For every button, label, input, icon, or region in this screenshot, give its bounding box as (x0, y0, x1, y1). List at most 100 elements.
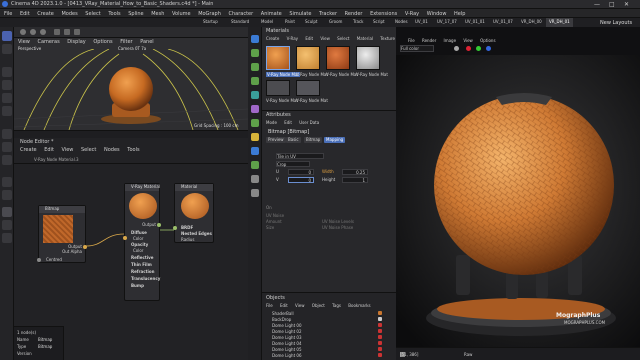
rv-menu-view[interactable]: View (463, 38, 473, 43)
array-icon[interactable] (251, 77, 259, 85)
mograph-icon[interactable] (251, 91, 259, 99)
input-port-icon[interactable] (37, 258, 41, 262)
maximize-button[interactable]: □ (609, 1, 615, 8)
layout-tab[interactable]: Standard (228, 18, 252, 27)
layout-tab[interactable]: Groom (326, 18, 345, 27)
rv-menu-file[interactable]: File (408, 38, 415, 43)
vray-frame-buffer[interactable]: File Render Image View Options Full colo… (396, 27, 640, 360)
height-field[interactable]: 1 (342, 177, 368, 183)
material-swatch[interactable] (296, 46, 320, 70)
scale-tool-icon[interactable] (2, 93, 12, 103)
effector-icon[interactable] (251, 161, 259, 169)
menu-vray[interactable]: V-Ray (405, 11, 419, 17)
attr-menu-mode[interactable]: Mode (266, 120, 277, 125)
input-port-icon[interactable] (123, 236, 127, 240)
rv-menu-image[interactable]: Image (444, 38, 457, 43)
vray-material-node[interactable]: V-Ray Material Output Diffuse Color Opac… (123, 183, 161, 301)
material-swatch[interactable] (356, 46, 380, 70)
channel-dropdown[interactable]: Full color (400, 45, 434, 52)
menu-help[interactable]: Help (454, 11, 465, 17)
disabled-icon[interactable] (378, 329, 382, 333)
disabled-icon[interactable] (378, 347, 382, 351)
new-layouts-button[interactable]: New Layouts (600, 20, 632, 26)
menu-edit[interactable]: Edit (20, 11, 30, 17)
render-blue-icon[interactable] (486, 46, 491, 51)
menu-volume[interactable]: Volume (172, 11, 191, 17)
input-port-icon[interactable] (173, 226, 177, 230)
node-tool-icon[interactable] (2, 220, 12, 230)
menu-render[interactable]: Render (345, 11, 363, 17)
render-green-icon[interactable] (476, 46, 481, 51)
disabled-icon[interactable] (378, 335, 382, 339)
tile-uv-dropdown[interactable]: Tile in UV (276, 153, 324, 159)
viewport-menu-display[interactable]: Display (67, 39, 85, 45)
bitmap-node[interactable]: Bitmap Output Out Alpha Centred (37, 205, 87, 263)
spline-icon[interactable] (251, 49, 259, 57)
attr-tab-mapping[interactable]: Mapping (324, 137, 346, 143)
material-tag-icon[interactable] (378, 311, 382, 315)
obj-menu-edit[interactable]: Edit (280, 303, 288, 308)
width-field[interactable]: 0.25 (342, 169, 368, 175)
polygon-mode-icon[interactable] (2, 129, 12, 139)
layout-tab[interactable]: UV_01_07 (490, 18, 516, 27)
menu-mograph[interactable]: MoGraph (198, 11, 221, 17)
camera-icon[interactable] (30, 29, 36, 35)
u-offset-field[interactable]: 0 (288, 169, 314, 175)
material-node[interactable]: Material BRDF Nested Edges Radius (173, 183, 214, 243)
material-tag-icon[interactable] (378, 317, 382, 321)
layout-tab[interactable]: Track (350, 18, 366, 27)
crop-dropdown[interactable]: Crop (276, 161, 310, 167)
select-tool-icon[interactable] (2, 31, 12, 41)
menu-extensions[interactable]: Extensions (370, 11, 397, 17)
viewport-menu-panel[interactable]: Panel (140, 39, 154, 45)
layout-tab[interactable]: VR_DH_00 (518, 18, 545, 27)
raw-mode-label[interactable]: Raw (464, 352, 472, 357)
point-mode-icon[interactable] (2, 155, 12, 165)
viewport-menu-filter[interactable]: Filter (120, 39, 132, 45)
minimize-button[interactable]: — (594, 1, 600, 8)
mat-menu-vray[interactable]: V-Ray (287, 36, 298, 41)
layout-tab-active[interactable]: VR_DH_01 (546, 18, 573, 27)
menu-mesh[interactable]: Mesh (151, 11, 164, 17)
close-button[interactable]: ✕ (624, 1, 629, 8)
workplane-icon[interactable] (2, 190, 12, 200)
workplane-icon[interactable] (74, 29, 80, 35)
attr-menu-edit[interactable]: Edit (284, 120, 292, 125)
cube-icon[interactable] (251, 35, 259, 43)
v-offset-field[interactable]: 0 (288, 177, 314, 183)
layout-tab[interactable]: Paint (282, 18, 298, 27)
menu-animate[interactable]: Animate (261, 11, 282, 17)
mat-menu-texture[interactable]: Texture (380, 36, 395, 41)
mat-menu-create[interactable]: Create (266, 36, 279, 41)
material-swatch[interactable] (326, 46, 350, 70)
layout-tab[interactable]: Startup (200, 18, 221, 27)
menu-character[interactable]: Character (229, 11, 254, 17)
rv-menu-render[interactable]: Render (422, 38, 436, 43)
attr-tab-preview[interactable]: Preview (266, 137, 286, 143)
layout-tab[interactable]: UV_01 (412, 18, 431, 27)
obj-menu-file[interactable]: File (266, 303, 273, 308)
output-port-icon[interactable] (157, 223, 161, 227)
node-tool-icon[interactable] (2, 233, 12, 243)
material-name[interactable]: V-Ray Node Mat (356, 72, 388, 77)
viewport-menu-cameras[interactable]: Cameras (37, 39, 59, 45)
camera-icon[interactable] (251, 147, 259, 155)
render-color-icon[interactable] (454, 46, 459, 51)
material-name[interactable]: V-Ray Node Mat (296, 72, 328, 77)
node-tool-icon[interactable] (2, 207, 12, 217)
menu-tools[interactable]: Tools (108, 11, 120, 17)
material-name[interactable]: V-Ray Node Mat (266, 98, 298, 103)
material-name[interactable]: V-Ray Node Mat (266, 72, 300, 77)
material-swatch[interactable] (266, 46, 290, 70)
obj-menu-bookmarks[interactable]: Bookmarks (348, 303, 370, 308)
obj-menu-object[interactable]: Object (312, 303, 325, 308)
layout-tab[interactable]: UV_01_01 (462, 18, 488, 27)
menu-tracker[interactable]: Tracker (319, 11, 337, 17)
mat-menu-select[interactable]: Select (337, 36, 349, 41)
menu-spline[interactable]: Spline (128, 11, 143, 17)
snap-toggle-icon[interactable] (64, 29, 70, 35)
snap-icon[interactable] (2, 177, 12, 187)
rotate-tool-icon[interactable] (2, 80, 12, 90)
layout-tab[interactable]: Nodes (392, 18, 411, 27)
mat-menu-view[interactable]: View (320, 36, 330, 41)
